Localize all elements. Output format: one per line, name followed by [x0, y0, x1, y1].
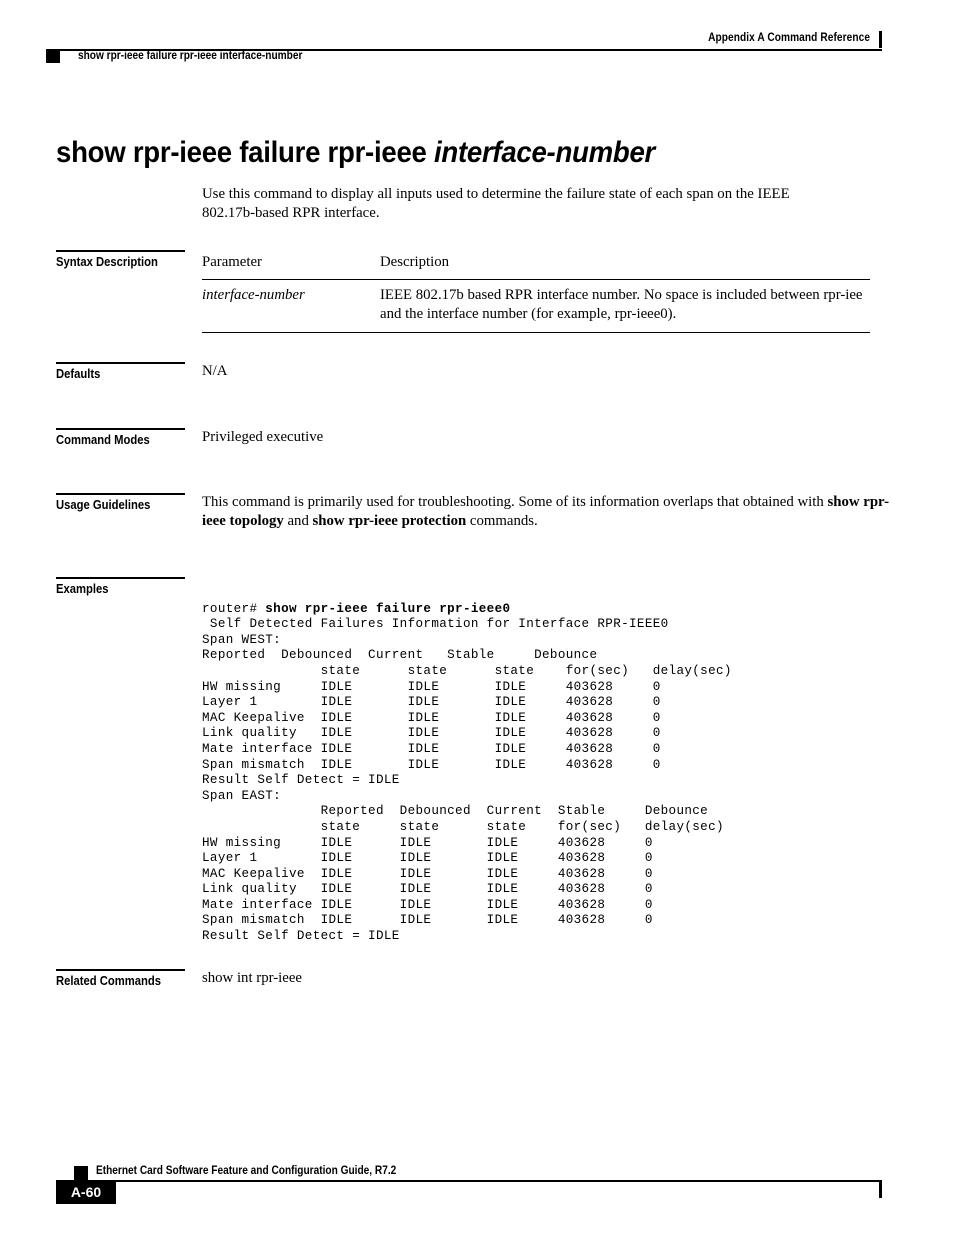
usage-command-protection: show rpr-ieee protection — [312, 513, 467, 529]
footer-guide-title: Ethernet Card Software Feature and Confi… — [96, 1165, 397, 1177]
footer-divider-rule — [86, 1180, 882, 1182]
cell-parameter-description: IEEE 802.17b based RPR interface number.… — [380, 279, 870, 333]
page-title-command: show rpr-ieee failure rpr-ieee — [56, 136, 434, 170]
command-modes-value: Privileged executive — [202, 429, 324, 445]
command-modes-label: Command Modes — [56, 428, 196, 448]
table-header-row: Parameter Description — [202, 250, 870, 280]
usage-text-middle: and — [283, 513, 313, 529]
page-number-badge: A-60 — [56, 1180, 116, 1204]
page-header: Appendix A Command Reference show rpr-ie… — [0, 0, 954, 78]
header-right-tick-mark — [879, 31, 882, 48]
terminal-prompt: router# — [202, 601, 266, 616]
related-commands-label: Related Commands — [56, 969, 196, 989]
table-row: interface-number IEEE 802.17b based RPR … — [202, 279, 870, 333]
column-header-description: Description — [380, 250, 870, 280]
defaults-value: N/A — [202, 363, 228, 379]
usage-guidelines-text: This command is primarily used for troub… — [202, 493, 898, 531]
command-description: Use this command to display all inputs u… — [202, 185, 790, 221]
syntax-description-label: Syntax Description — [56, 250, 196, 270]
usage-text-before: This command is primarily used for troub… — [202, 494, 828, 510]
terminal-output-body: Self Detected Failures Information for I… — [202, 617, 732, 944]
column-header-parameter: Parameter — [202, 250, 380, 280]
usage-text-after: commands. — [466, 513, 538, 529]
page-title: show rpr-ieee failure rpr-ieee interface… — [56, 136, 655, 170]
header-running-command-name: show rpr-ieee failure rpr-ieee interface… — [78, 50, 303, 62]
footer-right-tick-mark — [879, 1180, 882, 1198]
footer-bullet-square-icon — [74, 1166, 88, 1180]
defaults-label: Defaults — [56, 362, 196, 382]
related-commands-value: show int rpr-ieee — [202, 970, 302, 986]
cell-parameter-name: interface-number — [202, 279, 380, 333]
usage-guidelines-label: Usage Guidelines — [56, 493, 196, 513]
page-footer: Ethernet Card Software Feature and Confi… — [0, 1145, 954, 1235]
page-title-parameter: interface-number — [433, 136, 656, 170]
header-appendix-title: Appendix A Command Reference — [708, 32, 870, 44]
terminal-command: show rpr-ieee failure rpr-ieee0 — [265, 601, 511, 616]
syntax-parameter-table: Parameter Description interface-number I… — [202, 250, 870, 333]
header-bullet-square-icon — [46, 49, 60, 63]
examples-label: Examples — [56, 577, 196, 597]
example-terminal-output: router# show rpr-ieee failure rpr-ieee0 … — [202, 602, 732, 945]
